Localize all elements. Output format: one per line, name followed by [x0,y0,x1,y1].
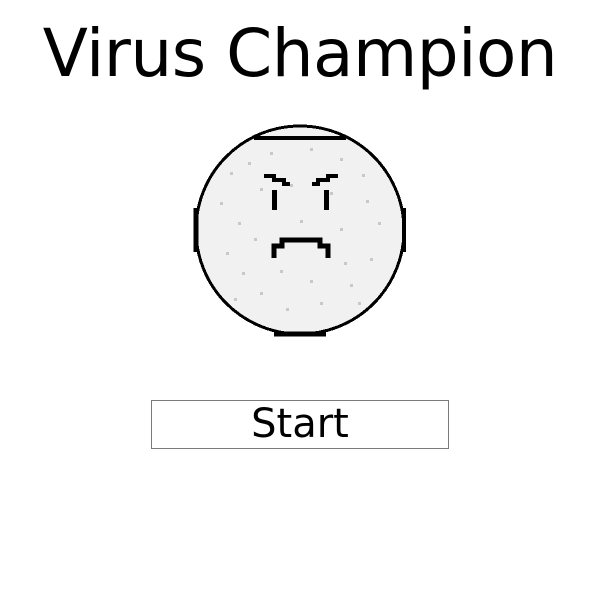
right-eye [324,190,329,210]
start-button[interactable]: Start [151,400,449,449]
title-screen: Virus Champion Start [0,0,600,600]
virus-body [194,124,406,336]
left-eye [272,190,277,210]
game-title: Virus Champion [42,15,558,92]
angry-virus-face-icon [193,124,406,337]
